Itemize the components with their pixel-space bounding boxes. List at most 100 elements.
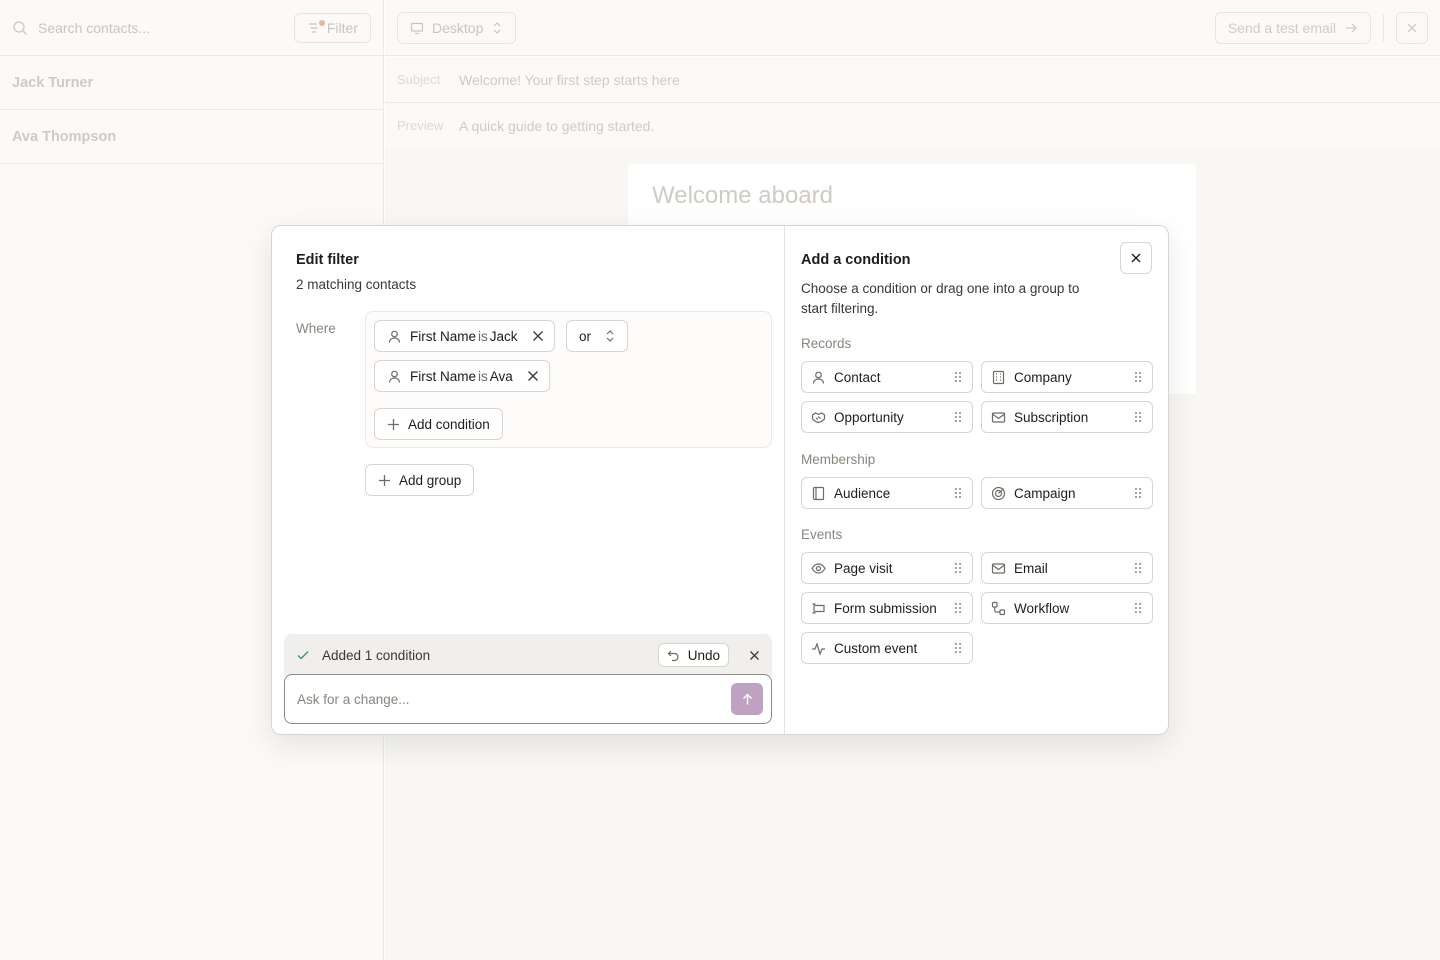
arrow-up-icon bbox=[741, 693, 754, 706]
preview-row: Preview A quick guide to getting started… bbox=[385, 103, 1440, 149]
add-group-button[interactable]: Add group bbox=[365, 464, 475, 496]
dismiss-toast-button[interactable] bbox=[749, 650, 760, 661]
person-icon bbox=[387, 329, 402, 344]
edit-filter-panel: Edit filter 2 matching contacts Where Fi… bbox=[272, 226, 785, 734]
undo-button[interactable]: Undo bbox=[657, 643, 729, 667]
condition-option-page-visit[interactable]: Page visit bbox=[801, 552, 973, 584]
drag-handle-icon[interactable] bbox=[954, 487, 962, 499]
drag-handle-icon[interactable] bbox=[1134, 411, 1142, 423]
email-heading: Welcome aboard bbox=[652, 182, 833, 209]
subject-label: Subject bbox=[397, 72, 441, 87]
search-icon bbox=[12, 20, 28, 36]
drag-handle-icon[interactable] bbox=[954, 371, 962, 383]
condition-option-custom-event[interactable]: Custom event bbox=[801, 632, 973, 664]
undo-toast: Added 1 condition Undo bbox=[284, 634, 772, 676]
device-select[interactable]: Desktop bbox=[397, 11, 517, 44]
condition-operator: is bbox=[478, 368, 488, 384]
target-icon bbox=[991, 486, 1006, 501]
condition-option-campaign[interactable]: Campaign bbox=[981, 477, 1153, 509]
ask-input[interactable] bbox=[297, 691, 731, 707]
divider bbox=[1383, 13, 1384, 42]
condition-option-company[interactable]: Company bbox=[981, 361, 1153, 393]
undo-icon bbox=[667, 649, 680, 662]
section-label-membership: Membership bbox=[801, 452, 876, 467]
plus-icon bbox=[387, 418, 400, 431]
contact-row[interactable]: Ava Thompson bbox=[0, 110, 383, 164]
edit-filter-title: Edit filter bbox=[296, 252, 359, 268]
condition-option-label: Company bbox=[1014, 369, 1072, 385]
person-icon bbox=[811, 370, 826, 385]
add-group-label: Add group bbox=[399, 472, 462, 488]
drag-handle-icon[interactable] bbox=[1134, 602, 1142, 614]
filter-button-label: Filter bbox=[326, 19, 358, 36]
condition-option-label: Campaign bbox=[1014, 485, 1076, 501]
filter-button[interactable]: Filter bbox=[293, 12, 371, 43]
send-test-email-label: Send a test email bbox=[1227, 19, 1336, 36]
editor-close-button[interactable] bbox=[1396, 11, 1428, 44]
send-button[interactable] bbox=[731, 683, 763, 715]
mail-icon bbox=[991, 410, 1006, 425]
arrow-right-icon bbox=[1344, 21, 1358, 35]
close-icon bbox=[1130, 252, 1142, 264]
add-condition-label: Add condition bbox=[408, 416, 490, 432]
condition-operator: is bbox=[478, 328, 488, 344]
condition-option-email[interactable]: Email bbox=[981, 552, 1153, 584]
drag-handle-icon[interactable] bbox=[954, 411, 962, 423]
close-icon bbox=[1406, 22, 1418, 34]
subject-field[interactable]: Welcome! Your first step starts here bbox=[459, 72, 680, 88]
chevron-updown-icon bbox=[605, 329, 615, 343]
eye-icon bbox=[811, 561, 826, 576]
condition-option-audience[interactable]: Audience bbox=[801, 477, 973, 509]
drag-handle-icon[interactable] bbox=[954, 602, 962, 614]
monitor-icon bbox=[410, 21, 424, 35]
drag-handle-icon[interactable] bbox=[1134, 562, 1142, 574]
condition-option-label: Opportunity bbox=[834, 409, 904, 425]
condition-value: Jack bbox=[489, 328, 518, 344]
condition-group: First NameisJack or First NameisAva bbox=[365, 311, 772, 448]
drag-handle-icon[interactable] bbox=[1134, 371, 1142, 383]
condition-option-label: Form submission bbox=[834, 600, 937, 616]
condition-value: Ava bbox=[489, 368, 513, 384]
search-input[interactable]: Search contacts... bbox=[38, 20, 284, 36]
condition-option-label: Email bbox=[1014, 560, 1048, 576]
check-icon bbox=[296, 648, 310, 662]
condition-option-subscription[interactable]: Subscription bbox=[981, 401, 1153, 433]
activity-icon bbox=[811, 641, 826, 656]
condition-field: First Name bbox=[410, 328, 477, 344]
condition-option-form-submission[interactable]: Form submission bbox=[801, 592, 973, 624]
close-modal-button[interactable] bbox=[1120, 242, 1152, 274]
condition-option-contact[interactable]: Contact bbox=[801, 361, 973, 393]
preview-label: Preview bbox=[397, 118, 444, 133]
send-test-email-button[interactable]: Send a test email bbox=[1214, 11, 1371, 44]
section-label-records: Records bbox=[801, 336, 852, 351]
remove-condition-button[interactable] bbox=[532, 330, 544, 342]
condition-chip[interactable]: First Name is Jack bbox=[374, 320, 555, 352]
condition-option-label: Custom event bbox=[834, 640, 918, 656]
ask-input-box bbox=[284, 674, 772, 724]
add-condition-title: Add a condition bbox=[801, 252, 911, 268]
plus-icon bbox=[378, 474, 391, 487]
condition-option-label: Contact bbox=[834, 369, 881, 385]
remove-condition-button[interactable] bbox=[527, 370, 539, 382]
matching-count: 2 matching contacts bbox=[296, 277, 417, 292]
logic-operator-select[interactable]: or bbox=[566, 320, 629, 352]
add-condition-button[interactable]: Add condition bbox=[374, 408, 503, 440]
drag-handle-icon[interactable] bbox=[954, 562, 962, 574]
filter-active-dot bbox=[318, 19, 325, 26]
contact-row[interactable]: Jack Turner bbox=[0, 56, 383, 110]
subject-row: Subject Welcome! Your first step starts … bbox=[385, 57, 1440, 103]
contact-search-bar: Search contacts... Filter bbox=[0, 0, 383, 56]
condition-chip[interactable]: First Name is Ava bbox=[374, 360, 550, 392]
building-icon bbox=[991, 370, 1006, 385]
add-condition-description: Choose a condition or drag one into a gr… bbox=[801, 281, 1080, 316]
condition-option-opportunity[interactable]: Opportunity bbox=[801, 401, 973, 433]
drag-handle-icon[interactable] bbox=[954, 642, 962, 654]
workflow-icon bbox=[991, 601, 1006, 616]
section-label-events: Events bbox=[801, 527, 843, 542]
where-label: Where bbox=[296, 321, 336, 336]
condition-option-workflow[interactable]: Workflow bbox=[981, 592, 1153, 624]
preview-field[interactable]: A quick guide to getting started. bbox=[459, 118, 654, 134]
drag-handle-icon[interactable] bbox=[1134, 487, 1142, 499]
chevron-updown-icon bbox=[491, 21, 503, 35]
filter-modal: Edit filter 2 matching contacts Where Fi… bbox=[271, 225, 1169, 735]
